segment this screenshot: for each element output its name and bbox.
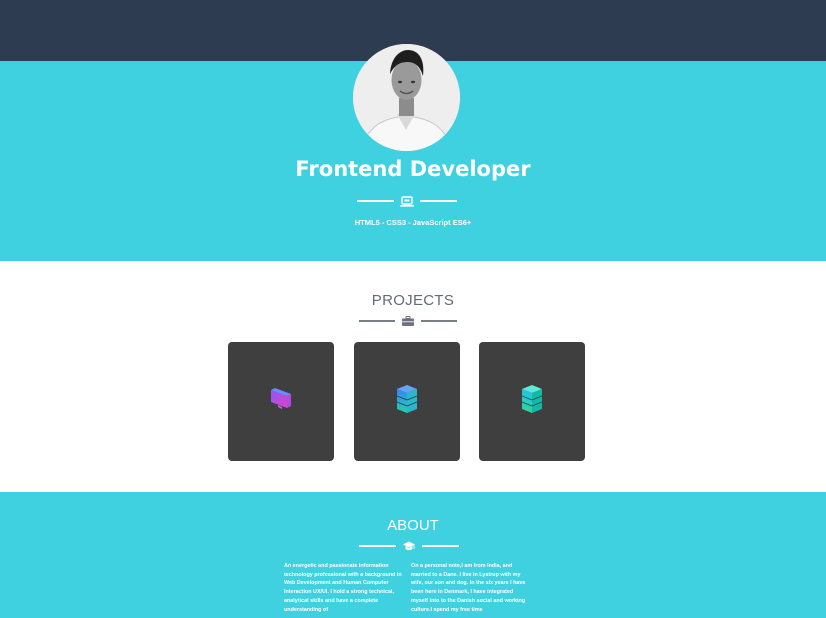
divider-line — [420, 200, 457, 202]
divider-line — [422, 545, 459, 547]
divider-line — [359, 545, 396, 547]
divider-line — [357, 200, 394, 202]
divider-line — [421, 320, 457, 322]
project-card[interactable] — [228, 342, 334, 461]
laptop-icon — [398, 194, 416, 208]
monitor-icon — [269, 388, 293, 415]
project-card[interactable] — [354, 342, 460, 461]
server-icon — [521, 385, 543, 418]
projects-heading: PROJECTS — [371, 292, 455, 309]
about-heading: ABOUT — [387, 517, 439, 534]
hero-divider — [357, 194, 457, 208]
hero-title: Frontend Developer — [295, 157, 531, 181]
about-section: ABOUT An energetic and passionate inform… — [0, 492, 826, 618]
avatar — [353, 44, 460, 151]
hero-subtitle: HTML5 - CSS3 - JavaScript ES6+ — [354, 218, 472, 227]
about-text-left: An energetic and passionate information … — [284, 563, 402, 613]
divider-line — [359, 320, 395, 322]
briefcase-icon — [399, 314, 417, 328]
projects-divider — [359, 314, 457, 328]
avatar-photo — [353, 44, 460, 151]
project-card[interactable] — [479, 342, 585, 461]
about-divider — [359, 539, 459, 553]
server-icon — [396, 385, 418, 418]
about-text-right: On a personal note,I am from India, and … — [411, 563, 526, 613]
graduation-cap-icon — [400, 539, 418, 553]
